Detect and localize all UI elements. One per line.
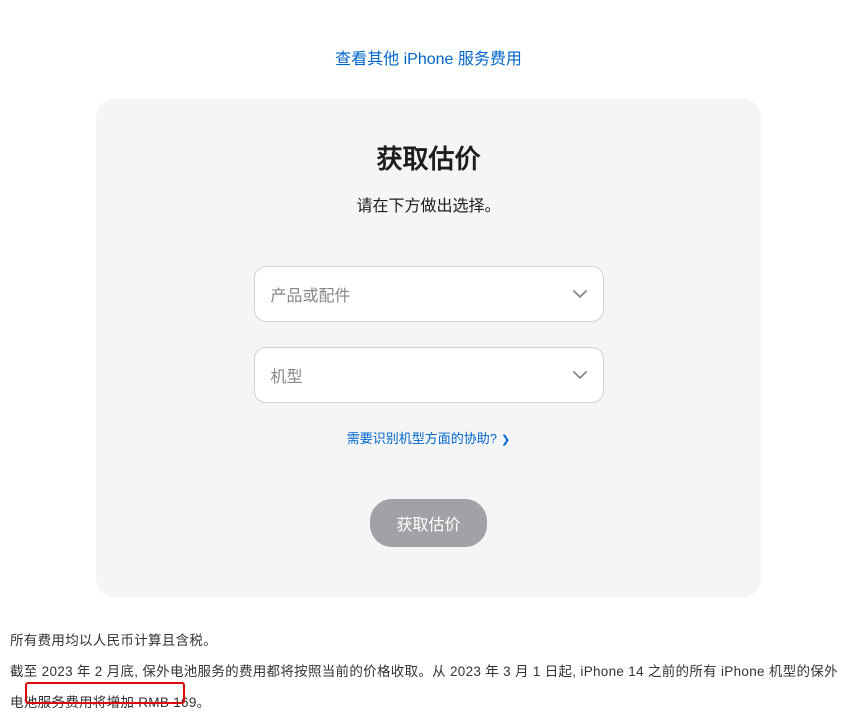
estimate-card: 获取估价 请在下方做出选择。 产品或配件 机型 需要识别机型方面的协助? ❯ — [96, 99, 761, 597]
product-select-placeholder: 产品或配件 — [271, 282, 351, 306]
help-link-label: 需要识别机型方面的协助? — [347, 431, 497, 446]
product-select-wrapper: 产品或配件 — [254, 266, 604, 322]
footer-line-2-wrapper: 截至 2023 年 2 月底, 保外电池服务的费用都将按照当前的价格收取。从 2… — [10, 656, 847, 718]
footer-notes: 所有费用均以人民币计算且含税。 截至 2023 年 2 月底, 保外电池服务的费… — [10, 597, 847, 718]
model-select-placeholder: 机型 — [271, 363, 303, 387]
model-select-wrapper: 机型 — [254, 347, 604, 403]
card-title: 获取估价 — [116, 139, 741, 176]
card-subtitle: 请在下方做出选择。 — [116, 192, 741, 216]
identify-model-help-link[interactable]: 需要识别机型方面的协助? ❯ — [347, 431, 510, 446]
get-estimate-button[interactable]: 获取估价 — [370, 499, 486, 547]
header-link-row: 查看其他 iPhone 服务费用 — [10, 0, 847, 99]
footer-line-2: 截至 2023 年 2 月底, 保外电池服务的费用都将按照当前的价格收取。从 2… — [10, 664, 838, 710]
chevron-right-icon: ❯ — [501, 433, 510, 446]
help-link-row: 需要识别机型方面的协助? ❯ — [116, 428, 741, 447]
product-select[interactable]: 产品或配件 — [254, 266, 604, 322]
chevron-down-icon — [573, 371, 587, 379]
model-select[interactable]: 机型 — [254, 347, 604, 403]
footer-line-1: 所有费用均以人民币计算且含税。 — [10, 625, 847, 656]
chevron-down-icon — [573, 290, 587, 298]
other-services-link[interactable]: 查看其他 iPhone 服务费用 — [335, 51, 522, 68]
